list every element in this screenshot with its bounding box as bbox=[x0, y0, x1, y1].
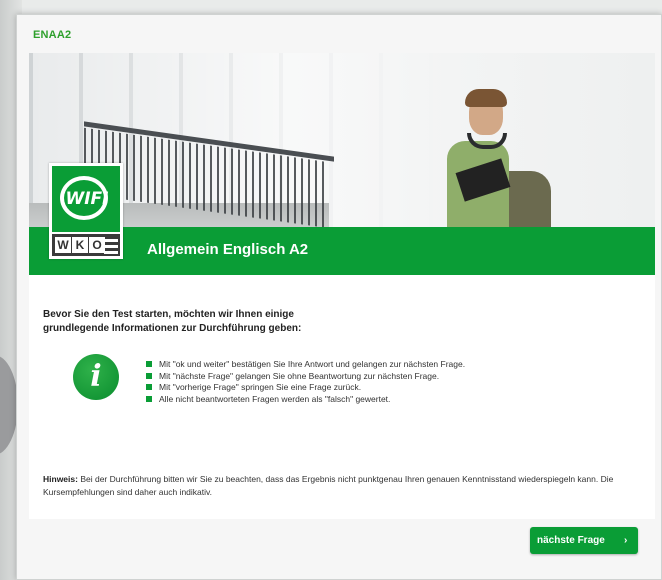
hint-text: Hinweis: Bei der Durchführung bitten wir… bbox=[43, 473, 633, 499]
wifi-wko-logo: WIFI W K O bbox=[49, 163, 123, 259]
info-icon: i bbox=[73, 354, 119, 400]
wifi-logo-text: WIFI bbox=[65, 189, 109, 209]
info-panel: Bevor Sie den Test starten, möchten wir … bbox=[29, 275, 655, 519]
wko-letter-k: K bbox=[72, 237, 88, 253]
info-icon-glyph: i bbox=[90, 359, 102, 394]
test-window: ENAA2 Allgemein Englisch A2 WIFI W K O B… bbox=[16, 14, 662, 580]
intro-line-2: grundlegende Informationen zur Durchführ… bbox=[43, 323, 302, 334]
next-question-button[interactable]: nächste Frage › bbox=[530, 527, 638, 554]
intro-line-1: Bevor Sie den Test starten, möchten wir … bbox=[43, 309, 294, 320]
wko-letter-o: O bbox=[89, 237, 105, 253]
course-title: Allgemein Englisch A2 bbox=[147, 241, 309, 258]
wko-bars-icon bbox=[104, 239, 118, 257]
intro-text: Bevor Sie den Test starten, möchten wir … bbox=[43, 308, 443, 336]
wifi-logo: WIFI bbox=[52, 166, 120, 232]
instruction-list: Mit "ok und weiter" bestätigen Sie Ihre … bbox=[145, 359, 465, 405]
person-hair bbox=[465, 89, 507, 107]
app-title: ENAA2 bbox=[33, 29, 72, 41]
chevron-right-icon: › bbox=[624, 535, 628, 546]
wko-letter-w: W bbox=[55, 237, 71, 253]
next-question-label: nächste Frage bbox=[537, 535, 605, 546]
instruction-item: Alle nicht beantworteten Fragen werden a… bbox=[145, 394, 465, 406]
hint-body: Bei der Durchführung bitten wir Sie zu b… bbox=[43, 474, 614, 497]
instruction-item: Mit "ok und weiter" bestätigen Sie Ihre … bbox=[145, 359, 465, 371]
wko-logo: W K O bbox=[52, 234, 120, 256]
instruction-item: Mit "vorherige Frage" springen Sie eine … bbox=[145, 382, 465, 394]
instruction-item: Mit "nächste Frage" gelangen Sie ohne Be… bbox=[145, 371, 465, 383]
hint-label: Hinweis: bbox=[43, 474, 78, 484]
